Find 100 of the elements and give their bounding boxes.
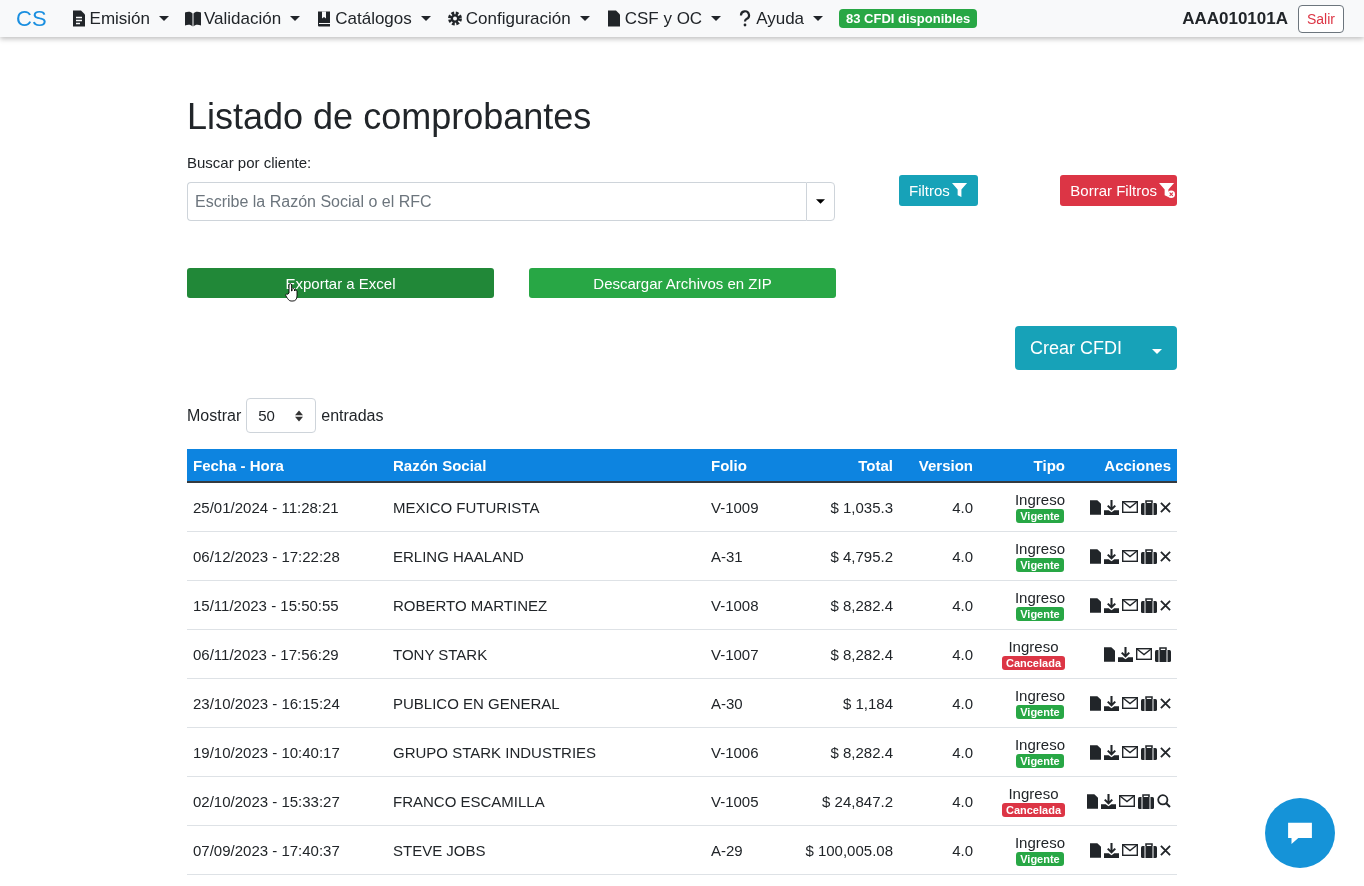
- menu-dropdown[interactable]: CSF y OC: [605, 8, 722, 29]
- file-icon[interactable]: [1090, 499, 1101, 515]
- download-icon[interactable]: [1104, 744, 1119, 760]
- folio-cell: V-1008: [711, 596, 759, 614]
- file-icon[interactable]: [1090, 548, 1101, 564]
- file-icon[interactable]: [1090, 744, 1101, 760]
- mail-icon[interactable]: [1122, 746, 1138, 759]
- menu-dropdown[interactable]: Ayuda: [737, 8, 824, 29]
- total-cell: $ 1,184: [842, 694, 893, 712]
- column-header[interactable]: Acciones: [1071, 449, 1177, 483]
- mail-icon[interactable]: [1122, 697, 1138, 710]
- filters-button[interactable]: Filtros: [899, 175, 978, 207]
- file-icon[interactable]: [1087, 793, 1098, 809]
- briefcase-icon[interactable]: [1141, 499, 1157, 515]
- name-cell: TONY STARK: [393, 645, 488, 663]
- version-cell: 4.0: [952, 792, 973, 810]
- menu-dropdown[interactable]: Catálogos: [316, 8, 431, 29]
- clear-filters-button[interactable]: Borrar Filtros: [1060, 175, 1177, 207]
- type-text: Ingreso: [1008, 639, 1059, 656]
- caret-icon: [420, 16, 431, 21]
- status-badge: Vigente: [1016, 606, 1064, 621]
- close-icon[interactable]: [1160, 550, 1171, 562]
- mail-icon[interactable]: [1119, 795, 1135, 808]
- folio-cell: A-29: [711, 841, 743, 859]
- menu-dropdown[interactable]: Emisión: [70, 8, 170, 29]
- briefcase-icon[interactable]: [1141, 695, 1157, 711]
- download-icon[interactable]: [1104, 597, 1119, 613]
- date-cell: 23/10/2023 - 16:15:24: [193, 694, 340, 712]
- briefcase-icon[interactable]: [1141, 744, 1157, 760]
- download-zip-button[interactable]: Descargar Archivos en ZIP: [529, 268, 836, 299]
- search-icon[interactable]: [1157, 794, 1171, 809]
- download-icon[interactable]: [1104, 548, 1119, 564]
- status-badge: Vigente: [1016, 753, 1064, 768]
- column-header[interactable]: Tipo: [979, 449, 1071, 483]
- caret-icon: [816, 199, 825, 205]
- version-cell: 4.0: [952, 498, 973, 516]
- folio-cell: A-30: [711, 694, 743, 712]
- mail-icon[interactable]: [1122, 501, 1138, 514]
- file-icon[interactable]: [1090, 597, 1101, 613]
- type-text: Ingreso: [1014, 541, 1065, 558]
- version-cell: 4.0: [952, 547, 973, 565]
- briefcase-icon[interactable]: [1138, 793, 1154, 809]
- create-cfdi-button[interactable]: Crear CFDI: [1015, 326, 1137, 371]
- download-icon[interactable]: [1104, 695, 1119, 711]
- status-badge: Cancelada: [1001, 655, 1065, 670]
- page-title: Listado de comprobantes: [187, 95, 593, 139]
- client-search-field[interactable]: Escribe la Razón Social o el RFC: [187, 182, 806, 222]
- book-icon: [316, 10, 333, 27]
- briefcase-icon[interactable]: [1141, 597, 1157, 613]
- briefcase-icon[interactable]: [1155, 646, 1171, 662]
- date-cell: 19/10/2023 - 10:40:17: [193, 743, 340, 761]
- column-header[interactable]: Version: [899, 449, 979, 483]
- close-icon[interactable]: [1160, 844, 1171, 856]
- file-icon[interactable]: [1090, 695, 1101, 711]
- page-size-select[interactable]: 50: [246, 398, 317, 434]
- download-icon[interactable]: [1101, 793, 1116, 809]
- column-header[interactable]: Razón Social: [387, 449, 705, 483]
- column-header[interactable]: Fecha - Hora: [187, 449, 387, 483]
- name-cell: STEVE JOBS: [393, 841, 486, 859]
- close-icon[interactable]: [1160, 746, 1171, 758]
- date-cell: 07/09/2023 - 17:40:37: [193, 841, 340, 859]
- filter-clear-icon: [1159, 182, 1175, 199]
- version-cell: 4.0: [952, 645, 973, 663]
- logout-button[interactable]: Salir: [1298, 4, 1344, 33]
- mail-icon[interactable]: [1122, 844, 1138, 857]
- status-badge: Vigente: [1016, 704, 1064, 719]
- download-icon[interactable]: [1104, 842, 1119, 858]
- export-excel-button[interactable]: Exportar a Excel: [187, 268, 494, 299]
- filter-icon: [951, 182, 968, 199]
- menu-dropdown[interactable]: Validación: [185, 8, 301, 29]
- version-cell: 4.0: [952, 841, 973, 859]
- name-cell: MEXICO FUTURISTA: [393, 498, 540, 516]
- version-cell: 4.0: [952, 596, 973, 614]
- menu-dropdown[interactable]: Configuración: [446, 8, 590, 29]
- download-icon[interactable]: [1104, 499, 1119, 515]
- column-header[interactable]: Total: [787, 449, 899, 483]
- type-text: Ingreso: [1008, 786, 1059, 803]
- total-cell: $ 8,282.4: [830, 743, 893, 761]
- dropdown-toggle[interactable]: [1137, 326, 1177, 371]
- file-icon[interactable]: [1104, 646, 1115, 662]
- version-cell: 4.0: [952, 694, 973, 712]
- briefcase-icon[interactable]: [1141, 842, 1157, 858]
- briefcase-icon[interactable]: [1141, 548, 1157, 564]
- close-icon[interactable]: [1160, 697, 1171, 709]
- mail-icon[interactable]: [1136, 648, 1152, 661]
- close-icon[interactable]: [1160, 501, 1171, 513]
- total-cell: $ 8,282.4: [830, 645, 893, 663]
- search-label: Buscar por cliente:: [187, 154, 313, 172]
- file-icon[interactable]: [1090, 842, 1101, 858]
- column-header[interactable]: Folio: [705, 449, 787, 483]
- dropdown-toggle[interactable]: [806, 182, 835, 222]
- folio-cell: V-1005: [711, 792, 759, 810]
- mail-icon[interactable]: [1122, 550, 1138, 563]
- mail-icon[interactable]: [1122, 599, 1138, 612]
- brand-logo[interactable]: CS: [16, 5, 47, 32]
- user-rfc: AAA010101A: [1182, 8, 1288, 29]
- download-icon[interactable]: [1118, 646, 1133, 662]
- book-icon: [185, 10, 202, 27]
- file-icon: [605, 10, 622, 27]
- close-icon[interactable]: [1160, 599, 1171, 611]
